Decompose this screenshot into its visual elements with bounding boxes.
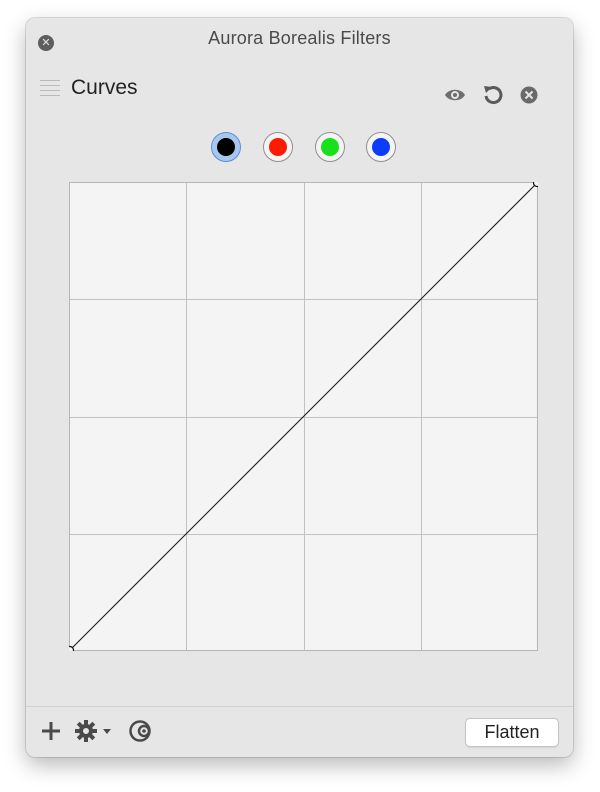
channel-selector bbox=[26, 132, 573, 166]
reset-icon[interactable] bbox=[481, 84, 505, 106]
bottom-toolbar: Flatten bbox=[26, 707, 573, 757]
curve-editor[interactable] bbox=[65, 178, 542, 655]
panel-close-icon[interactable] bbox=[517, 84, 541, 106]
filters-window: ✕ Aurora Borealis Filters Curves Flatten bbox=[26, 18, 573, 757]
titlebar: ✕ Aurora Borealis Filters bbox=[26, 18, 573, 62]
window-title: Aurora Borealis Filters bbox=[208, 28, 391, 48]
channel-blue-swatch bbox=[372, 138, 390, 156]
channel-green-swatch bbox=[321, 138, 339, 156]
eye-icon[interactable] bbox=[443, 84, 467, 106]
panel-title: Curves bbox=[71, 76, 138, 99]
panel-header: Curves bbox=[26, 74, 573, 110]
channel-green-button[interactable] bbox=[315, 132, 345, 162]
channel-red-swatch bbox=[269, 138, 287, 156]
mask-icon[interactable] bbox=[128, 719, 156, 743]
flatten-button[interactable]: Flatten bbox=[465, 718, 559, 747]
gear-icon[interactable] bbox=[74, 719, 118, 743]
channel-red-button[interactable] bbox=[263, 132, 293, 162]
chevron-down-icon bbox=[103, 729, 111, 734]
drag-handle-icon[interactable] bbox=[40, 80, 60, 98]
panel-header-icons bbox=[443, 84, 539, 106]
curve-control-point[interactable] bbox=[65, 645, 75, 655]
curve-control-point[interactable] bbox=[532, 178, 542, 188]
channel-blue-button[interactable] bbox=[366, 132, 396, 162]
curve-graph[interactable] bbox=[65, 178, 542, 655]
plus-icon[interactable] bbox=[40, 719, 62, 743]
channel-master-swatch bbox=[217, 138, 235, 156]
channel-master-button[interactable] bbox=[211, 132, 241, 162]
